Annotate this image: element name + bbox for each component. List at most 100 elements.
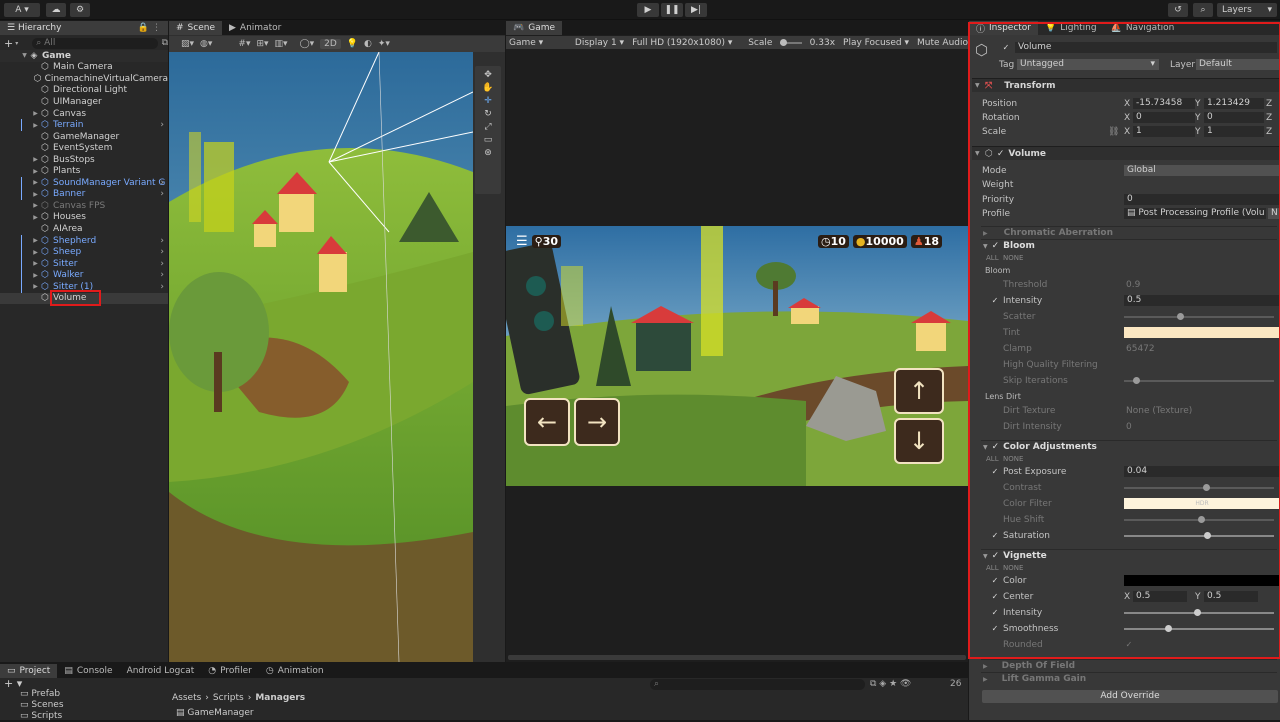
rotation-y-field[interactable]: 0 bbox=[1204, 112, 1264, 123]
snap-icon[interactable]: ⊞▾ bbox=[256, 39, 268, 49]
hierarchy-item[interactable]: ▶ ⬡ Canvas FPS bbox=[0, 200, 168, 212]
step-button[interactable]: ▶| bbox=[685, 3, 707, 17]
gameobject-active-checkbox[interactable]: ✓ bbox=[1002, 44, 1010, 52]
post-exposure-override-checkbox[interactable]: ✓ bbox=[991, 468, 999, 476]
tab-animation[interactable]: ◷ Animation bbox=[259, 664, 331, 678]
history-icon[interactable]: ↺ bbox=[1168, 3, 1188, 17]
expand-arrow-icon[interactable]: ▶ bbox=[31, 214, 40, 221]
hierarchy-item[interactable]: ⬡ AIArea bbox=[0, 223, 168, 235]
project-toolbar-icons[interactable]: ⧉ ◈ ★ 👁 bbox=[870, 679, 911, 689]
hierarchy-item[interactable]: ▶ ⬡ Sheep › bbox=[0, 246, 168, 258]
expand-arrow-icon[interactable]: ▶ bbox=[31, 122, 40, 129]
scale-x-field[interactable]: 1 bbox=[1133, 126, 1195, 137]
layers-dropdown[interactable]: Layers ▾ bbox=[1217, 3, 1277, 17]
scatter-slider-knob[interactable] bbox=[1177, 313, 1184, 320]
profile-field[interactable]: ▤ Post Processing Profile (Volu bbox=[1124, 208, 1266, 219]
hierarchy-item[interactable]: ▶ ⬡ Sitter › bbox=[0, 257, 168, 270]
hierarchy-item[interactable]: ▶ ⬡ Houses bbox=[0, 212, 168, 224]
menu-icon[interactable]: ☰ bbox=[516, 234, 528, 249]
volume-enabled-checkbox[interactable]: ✓ bbox=[997, 149, 1005, 159]
smoothness-slider-knob[interactable] bbox=[1165, 625, 1172, 632]
down-arrow-button[interactable]: ↓ bbox=[894, 418, 944, 464]
all-button[interactable]: ALL bbox=[986, 564, 999, 572]
expand-arrow-icon[interactable]: ▶ bbox=[31, 179, 40, 186]
cloud-icon[interactable]: ☁ bbox=[46, 3, 66, 17]
scatter-slider[interactable] bbox=[1124, 316, 1274, 318]
vignette-color-swatch[interactable] bbox=[1124, 575, 1280, 586]
hierarchy-item[interactable]: ⬡ CinemachineVirtualCamera bbox=[0, 73, 168, 85]
hierarchy-item[interactable]: ▶ ⬡ SoundManager Variant G › bbox=[0, 177, 168, 189]
color-adjustments-enabled-checkbox[interactable]: ✓ bbox=[992, 442, 1000, 452]
chromatic-aberration-header[interactable]: ▶ Chromatic Aberration bbox=[981, 226, 1277, 239]
scene-viewport[interactable] bbox=[169, 52, 473, 662]
mode-dropdown[interactable]: Global bbox=[1124, 165, 1280, 176]
sphere-icon[interactable]: ◯▾ bbox=[300, 39, 315, 49]
all-button[interactable]: ALL bbox=[986, 455, 999, 463]
expand-arrow-icon[interactable]: ▶ bbox=[31, 272, 40, 279]
hierarchy-item[interactable]: ⬡ GameManager bbox=[0, 131, 168, 143]
expand-arrow-icon[interactable]: ▶ bbox=[31, 156, 40, 163]
grid-icon[interactable]: #▾ bbox=[238, 39, 250, 49]
hierarchy-item[interactable]: ▶ ⬡ BusStops bbox=[0, 154, 168, 166]
contrast-slider[interactable] bbox=[1124, 487, 1274, 489]
add-override-button[interactable]: Add Override bbox=[982, 690, 1278, 703]
expand-arrow-icon[interactable]: ▼ bbox=[20, 52, 29, 59]
hierarchy-item[interactable]: ▶ ⬡ Walker › bbox=[0, 269, 168, 282]
chevron-right-icon[interactable]: › bbox=[160, 120, 164, 130]
expand-arrow-icon[interactable]: ▶ bbox=[31, 110, 40, 117]
hierarchy-item[interactable]: ▶ ⬡ Banner › bbox=[0, 188, 168, 201]
up-arrow-button[interactable]: ↑ bbox=[894, 368, 944, 414]
none-button[interactable]: NONE bbox=[1003, 455, 1023, 463]
chevron-right-icon[interactable]: › bbox=[160, 270, 164, 280]
contrast-slider-knob[interactable] bbox=[1203, 484, 1210, 491]
transform-tool-icon[interactable]: ⊛ bbox=[484, 148, 492, 158]
tab-profiler[interactable]: ◔ Profiler bbox=[201, 664, 259, 678]
expand-arrow-icon[interactable]: ▶ bbox=[31, 237, 40, 244]
dirt-texture-field[interactable]: None (Texture) bbox=[1126, 406, 1192, 416]
chevron-right-icon[interactable]: › bbox=[160, 247, 164, 257]
collab-icon[interactable]: ⚙ bbox=[70, 3, 90, 17]
move-view-icon[interactable]: ✥ bbox=[484, 70, 492, 80]
color-adjustments-header[interactable]: ▼ ✓ Color Adjustments bbox=[981, 440, 1277, 453]
threshold-value[interactable]: 0.9 bbox=[1126, 280, 1140, 290]
smoothness-override-checkbox[interactable]: ✓ bbox=[991, 625, 999, 633]
draw-mode-icon[interactable]: ▨▾ bbox=[181, 39, 194, 49]
center-y-field[interactable]: 0.5 bbox=[1204, 591, 1258, 602]
chevron-down-icon[interactable]: ▾ bbox=[15, 40, 18, 47]
left-arrow-button[interactable]: ← bbox=[524, 398, 570, 446]
project-search-input[interactable]: ⌕ bbox=[650, 679, 865, 690]
new-profile-button[interactable]: N bbox=[1268, 208, 1280, 219]
hue-shift-slider-knob[interactable] bbox=[1198, 516, 1205, 523]
gameobject-name-field[interactable]: Volume bbox=[1015, 42, 1277, 53]
none-button[interactable]: NONE bbox=[1003, 254, 1023, 262]
tab-android-logcat[interactable]: Android Logcat bbox=[120, 664, 202, 678]
more-options-icon[interactable]: 🔒 ⋮ bbox=[138, 23, 161, 33]
resolution-dropdown[interactable]: Full HD (1920x1080) ▾ bbox=[632, 38, 740, 48]
move-tool-icon[interactable]: ✛ bbox=[484, 96, 492, 106]
tab-project[interactable]: ▭ Project bbox=[0, 664, 58, 678]
hierarchy-root-game[interactable]: ▼ ◈ Game bbox=[0, 50, 168, 62]
transform-header[interactable]: ▼ ⤧ Transform bbox=[972, 78, 1280, 92]
vignette-intensity-override-checkbox[interactable]: ✓ bbox=[991, 609, 999, 617]
add-icon[interactable]: + bbox=[4, 37, 13, 50]
hierarchy-item[interactable]: ▶ ⬡ Plants bbox=[0, 166, 168, 178]
display-dropdown[interactable]: Display 1 ▾ bbox=[575, 38, 624, 48]
hierarchy-item[interactable]: ⬡ UIManager bbox=[0, 96, 168, 108]
saturation-override-checkbox[interactable]: ✓ bbox=[991, 532, 999, 540]
bloom-intensity-field[interactable]: 0.5 bbox=[1124, 295, 1280, 306]
rounded-checkbox[interactable]: ✓ bbox=[1125, 641, 1133, 649]
expand-arrow-icon[interactable]: ▶ bbox=[31, 191, 40, 198]
shading-icon[interactable]: ◍▾ bbox=[200, 39, 212, 49]
rect-tool-icon[interactable]: ▭ bbox=[484, 135, 493, 145]
chevron-right-icon[interactable]: › bbox=[160, 189, 164, 199]
audio-toggle-icon[interactable]: ◐ bbox=[364, 39, 372, 49]
hand-tool-icon[interactable]: ✋ bbox=[482, 83, 493, 93]
play-focused-dropdown[interactable]: Play Focused ▾ bbox=[843, 38, 909, 48]
tag-dropdown[interactable]: Untagged ▾ bbox=[1017, 59, 1159, 70]
none-button[interactable]: NONE bbox=[1003, 564, 1023, 572]
gizmo-icon[interactable]: ▥▾ bbox=[275, 39, 288, 49]
tree-item-scripts[interactable]: ▭ Scripts bbox=[20, 711, 160, 722]
center-x-field[interactable]: 0.5 bbox=[1133, 591, 1187, 602]
clamp-value[interactable]: 65472 bbox=[1126, 344, 1155, 354]
2d-toggle-button[interactable]: 2D bbox=[320, 39, 341, 49]
